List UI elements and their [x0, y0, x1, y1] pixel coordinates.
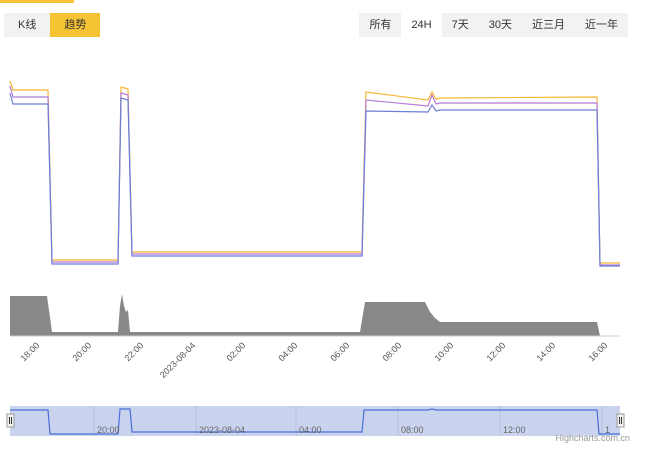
x-tick-label: 14:00 — [534, 340, 557, 363]
series-orange-line — [9, 80, 620, 264]
navigator[interactable]: 20:00 2023-08-04 04:00 08:00 12:00 1 — [6, 406, 625, 436]
x-tick-label: 16:00 — [586, 340, 609, 363]
x-tick-label: 10:00 — [432, 340, 455, 363]
navigator-label: 04:00 — [299, 425, 322, 435]
x-tick-label: 02:00 — [224, 340, 247, 363]
navigator-right-handle[interactable] — [616, 413, 625, 428]
volume-area — [10, 294, 600, 336]
x-tick-label: 2023-08-04 — [158, 340, 198, 380]
x-tick-label: 12:00 — [484, 340, 507, 363]
navigator-label: 2023-08-04 — [199, 425, 245, 435]
x-tick-label: 08:00 — [380, 340, 403, 363]
navigator-label: 08:00 — [401, 425, 424, 435]
navigator-label: 12:00 — [503, 425, 526, 435]
x-axis: 18:00 20:00 22:00 2023-08-04 02:00 04:00… — [18, 340, 609, 380]
x-tick-label: 06:00 — [328, 340, 351, 363]
price-trend-chart: 18:00 20:00 22:00 2023-08-04 02:00 04:00… — [6, 80, 625, 436]
navigator-label: 20:00 — [97, 425, 120, 435]
navigator-left-handle[interactable] — [6, 413, 15, 428]
series-purple-line — [9, 85, 620, 266]
x-tick-label: 22:00 — [122, 340, 145, 363]
series-blue-line — [9, 92, 620, 267]
x-tick-label: 18:00 — [18, 340, 41, 363]
x-tick-label: 20:00 — [70, 340, 93, 363]
chart-credit-link[interactable]: Highcharts.com.cn — [555, 433, 630, 443]
x-tick-label: 04:00 — [276, 340, 299, 363]
